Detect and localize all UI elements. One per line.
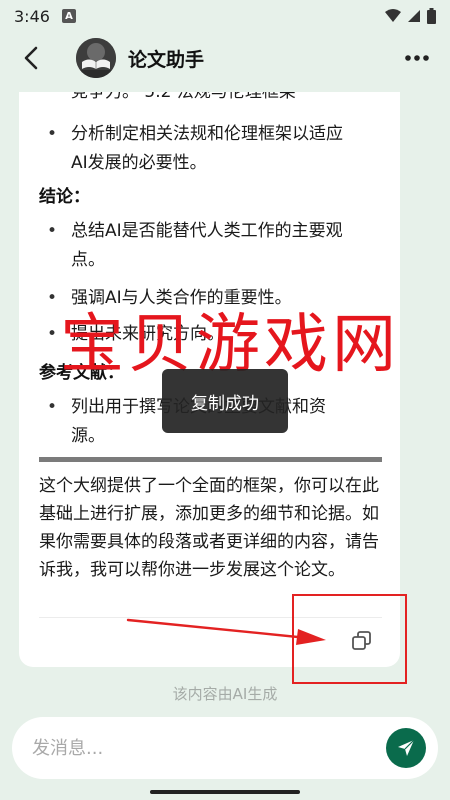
book-avatar-icon bbox=[76, 38, 116, 78]
message-input[interactable] bbox=[32, 729, 372, 767]
top-bar: 论文助手 bbox=[0, 32, 450, 84]
more-options-icon[interactable] bbox=[402, 46, 432, 70]
signal-icon bbox=[408, 10, 420, 22]
status-a-badge: A bbox=[61, 9, 76, 23]
status-bar: 3:46 A bbox=[0, 0, 450, 32]
list-item: • 分析制定相关法规和伦理框架以适应 AI发展的必要性。 bbox=[39, 120, 382, 178]
list-item: • 总结AI是否能替代人类工作的主要观 点。 bbox=[39, 217, 382, 275]
annotation-highlight-box bbox=[292, 594, 407, 684]
battery-icon bbox=[427, 8, 436, 24]
toast-text: 复制成功 bbox=[191, 393, 259, 414]
bullet-dot: • bbox=[47, 124, 58, 144]
status-time: 3:46 bbox=[14, 6, 50, 26]
section-divider bbox=[39, 457, 382, 462]
bullet-dot: • bbox=[47, 397, 58, 417]
bullet-text: 总结AI是否能替代人类工作的主要观 点。 bbox=[71, 221, 343, 270]
cut-off-line: 竞争力。 5.2 法规与伦理框架 bbox=[71, 92, 296, 102]
send-icon bbox=[398, 739, 415, 756]
gesture-nav-handle bbox=[150, 790, 300, 794]
conclusion-heading: 结论： bbox=[39, 187, 90, 207]
wifi-icon bbox=[385, 9, 401, 22]
status-icons bbox=[385, 8, 436, 24]
ai-generated-note: 该内容由AI生成 bbox=[172, 685, 278, 703]
message-input-bar bbox=[12, 717, 438, 779]
send-button[interactable] bbox=[386, 728, 426, 768]
summary-paragraph: 这个大纲提供了一个全面的框架，你可以在此基础上进行扩展，添加更多的细节和论据。如… bbox=[39, 476, 379, 580]
bullet-dot: • bbox=[47, 221, 58, 241]
bullet-text: 分析制定相关法规和伦理框架以适应 AI发展的必要性。 bbox=[71, 124, 343, 173]
copy-success-toast: 复制成功 bbox=[162, 369, 288, 433]
back-arrow-icon[interactable] bbox=[18, 44, 46, 72]
page-title: 论文助手 bbox=[128, 49, 205, 71]
avatar[interactable] bbox=[76, 38, 116, 78]
